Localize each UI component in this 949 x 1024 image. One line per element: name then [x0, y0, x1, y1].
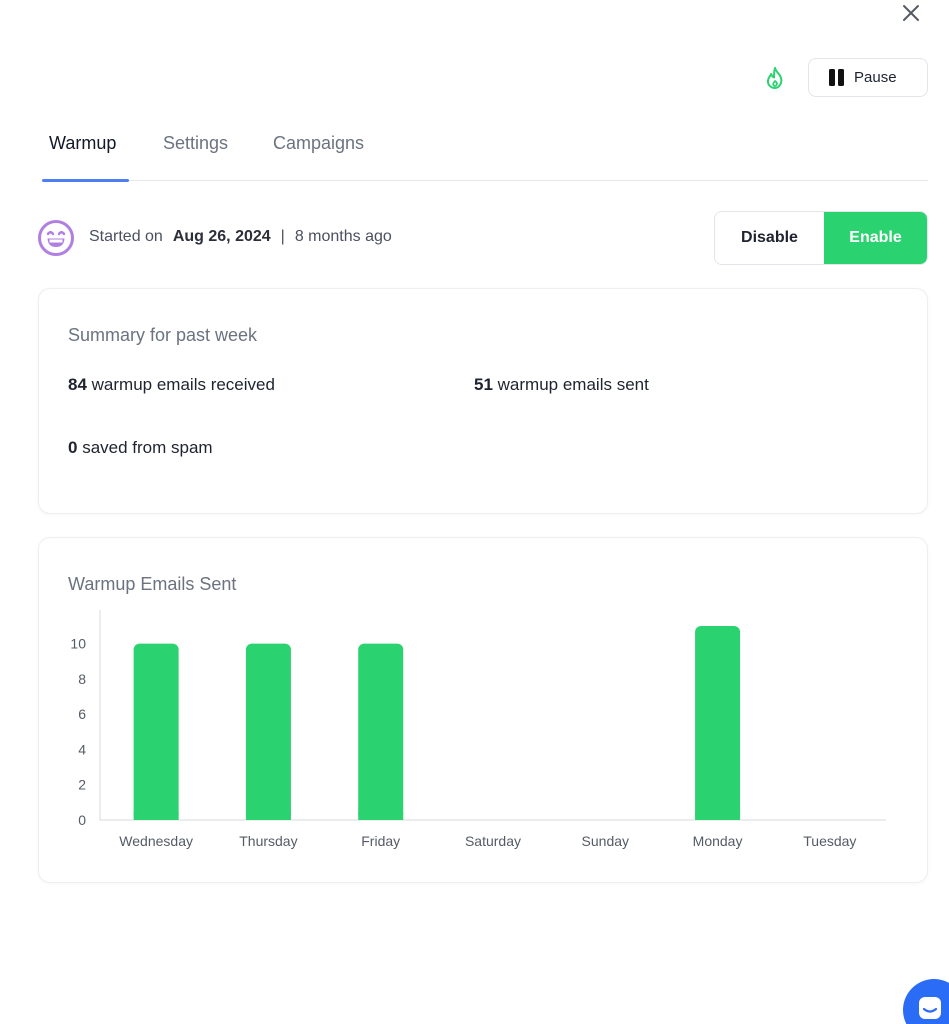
- chart-bar: [245, 643, 291, 820]
- stat-spam: 0 saved from spam: [68, 438, 213, 458]
- tab-warmup[interactable]: Warmup: [42, 126, 129, 182]
- x-tick-label: Monday: [693, 833, 743, 849]
- close-button[interactable]: [898, 0, 924, 26]
- chart-bar-base: [695, 812, 741, 820]
- x-tick-label: Tuesday: [803, 833, 856, 849]
- disable-button[interactable]: Disable: [715, 212, 824, 264]
- started-date: Aug 26, 2024: [172, 228, 271, 245]
- summary-title: Summary for past week: [68, 325, 258, 345]
- chat-launcher-button[interactable]: [903, 979, 949, 1024]
- close-icon: [903, 5, 919, 21]
- y-tick-label: 0: [78, 812, 86, 828]
- stat-received: 84 warmup emails received: [68, 375, 275, 395]
- chart-bar: [358, 643, 404, 820]
- spam-count: 0: [68, 438, 78, 457]
- spam-label: saved from spam: [82, 438, 213, 457]
- enable-button[interactable]: Enable: [824, 212, 927, 264]
- chart-bar-base: [133, 812, 179, 820]
- x-tick-label: Saturday: [465, 833, 521, 849]
- warmup-toggle: Disable Enable: [714, 211, 928, 265]
- sent-count: 51: [474, 375, 493, 394]
- y-tick-label: 4: [78, 741, 86, 757]
- chart-bar: [695, 626, 741, 820]
- tab-bar: Warmup Settings Campaigns: [42, 126, 928, 182]
- started-prefix: Started on: [89, 228, 163, 245]
- x-tick-label: Wednesday: [119, 833, 193, 849]
- started-separator: |: [280, 228, 285, 245]
- flame-button[interactable]: [761, 64, 789, 92]
- sent-label: warmup emails sent: [497, 375, 649, 394]
- y-tick-label: 10: [70, 636, 86, 652]
- received-count: 84: [68, 375, 87, 394]
- tab-settings[interactable]: Settings: [163, 126, 228, 181]
- started-relative: 8 months ago: [294, 228, 392, 245]
- pause-icon: [829, 69, 844, 86]
- warmup-panel: Pause Warmup Settings Campaigns Started …: [0, 0, 949, 1024]
- started-info: Started on Aug 26, 2024 | 8 months ago: [89, 228, 392, 246]
- x-tick-label: Sunday: [582, 833, 629, 849]
- y-tick-label: 2: [78, 777, 86, 793]
- chart-card: Warmup Emails Sent 0 2 4 6 8 10 Wednesday Thurs…: [38, 537, 928, 883]
- chat-icon: [919, 997, 941, 1019]
- warmup-bar-chart: 0 2 4 6 8 10 Wednesday Thursday Friday Saturday Su…: [70, 610, 886, 849]
- stat-sent: 51 warmup emails sent: [474, 375, 649, 395]
- flame-icon: [766, 67, 783, 89]
- chart-bar-base: [358, 812, 404, 820]
- chart-bar-base: [245, 812, 291, 820]
- pause-label: Pause: [854, 69, 897, 86]
- x-tick-label: Thursday: [239, 833, 297, 849]
- y-tick-label: 6: [78, 706, 86, 722]
- summary-card: Summary for past week 84 warmup emails r…: [38, 288, 928, 514]
- grinning-face-icon: [38, 220, 74, 256]
- x-tick-label: Friday: [361, 833, 400, 849]
- tab-campaigns[interactable]: Campaigns: [273, 126, 364, 181]
- pause-button[interactable]: Pause: [808, 58, 928, 97]
- y-tick-label: 8: [78, 671, 86, 687]
- chart-bar: [133, 643, 179, 820]
- received-label: warmup emails received: [91, 375, 275, 394]
